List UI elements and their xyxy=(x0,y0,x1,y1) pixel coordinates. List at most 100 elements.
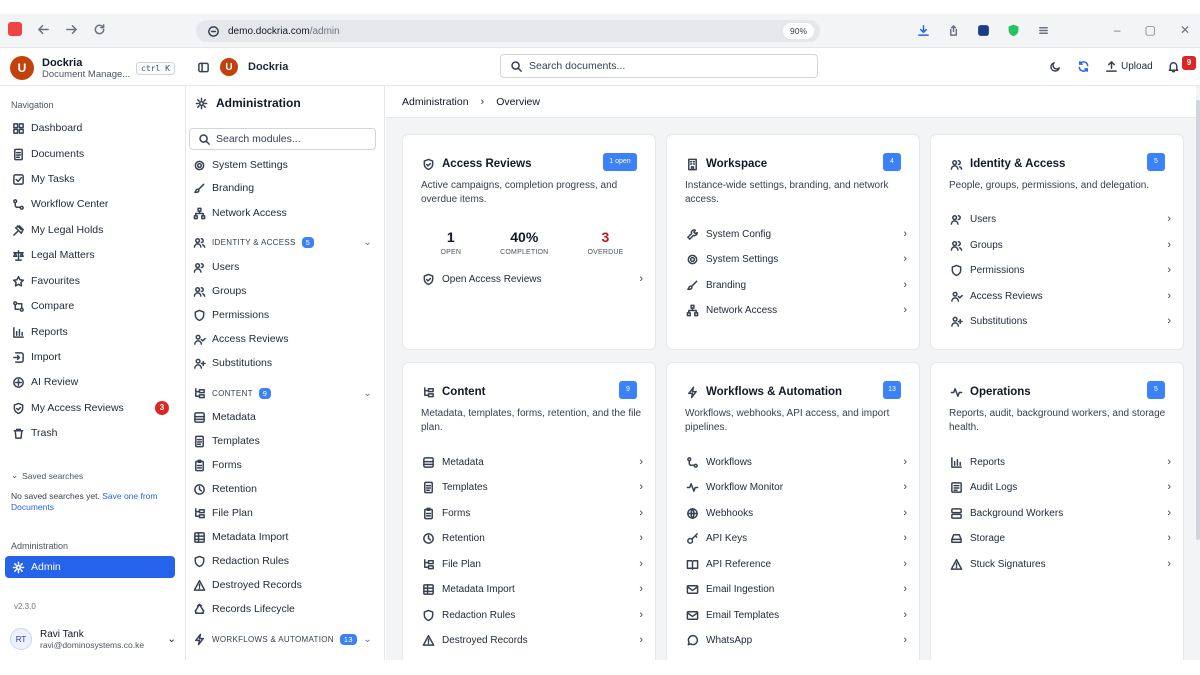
link-audit-logs[interactable]: Audit Logs › xyxy=(949,477,1171,497)
module-users[interactable]: Users xyxy=(192,257,378,277)
address-bar[interactable]: demo.dockria.com/admin 90% xyxy=(196,20,820,42)
link-destroyed-records[interactable]: Destroyed Records › xyxy=(421,630,643,650)
link-file-plan[interactable]: File Plan › xyxy=(421,554,643,574)
module-redaction-rules[interactable]: Redaction Rules xyxy=(192,551,378,571)
module-destroyed-records[interactable]: Destroyed Records xyxy=(192,575,378,595)
site-info-icon[interactable] xyxy=(206,24,220,38)
link-system-config[interactable]: System Config › xyxy=(685,224,907,244)
link-webhooks[interactable]: Webhooks › xyxy=(685,503,907,523)
module-access-reviews[interactable]: Access Reviews xyxy=(192,329,378,349)
user-email: ravi@dominosystems.co.ke xyxy=(40,639,145,650)
link-background-workers[interactable]: Background Workers › xyxy=(949,503,1171,523)
browser-logo-icon[interactable] xyxy=(8,22,22,36)
link-system-settings[interactable]: System Settings › xyxy=(685,249,907,269)
menu-lines-icon[interactable] xyxy=(1036,23,1050,37)
upload-button[interactable]: Upload xyxy=(1104,59,1153,73)
zoom-indicator[interactable]: 90% xyxy=(782,23,814,39)
link-email-ingestion[interactable]: Email Ingestion › xyxy=(685,579,907,599)
minimize-icon[interactable]: – xyxy=(1114,23,1121,37)
extension-icon[interactable] xyxy=(976,23,990,37)
link-email-templates[interactable]: Email Templates › xyxy=(685,605,907,625)
link-api-keys[interactable]: API Keys › xyxy=(685,528,907,548)
module-substitutions[interactable]: Substitutions xyxy=(192,353,378,373)
close-icon[interactable]: ✕ xyxy=(1180,23,1190,37)
module-search-input[interactable] xyxy=(216,133,375,145)
bell-icon[interactable] xyxy=(1167,59,1181,73)
sidebar-item-my-access-reviews[interactable]: My Access Reviews 3 xyxy=(5,397,175,419)
link-groups[interactable]: Groups › xyxy=(949,235,1171,255)
link-templates[interactable]: Templates › xyxy=(421,477,643,497)
command-palette-shortcut[interactable]: ctrl K xyxy=(136,62,175,75)
download-icon[interactable] xyxy=(916,23,930,37)
sync-icon[interactable] xyxy=(1076,59,1090,73)
module-search[interactable] xyxy=(189,128,376,150)
open-access-reviews-link[interactable]: Open Access Reviews › xyxy=(421,269,643,289)
theme-toggle-icon[interactable] xyxy=(1048,59,1062,73)
link-network-access[interactable]: Network Access › xyxy=(685,300,907,320)
user-menu[interactable]: RT Ravi Tank ravi@dominosystems.co.ke ⌄ xyxy=(10,624,176,654)
breadcrumb-root[interactable]: Administration xyxy=(402,96,469,108)
sidebar-item-admin[interactable]: Admin xyxy=(5,556,175,578)
link-substitutions[interactable]: Substitutions › xyxy=(949,311,1171,331)
restore-icon[interactable]: ▢ xyxy=(1145,23,1156,37)
link-whatsapp[interactable]: WhatsApp › xyxy=(685,630,907,650)
module-groups[interactable]: Groups xyxy=(192,281,378,301)
sidebar-item-my-tasks[interactable]: My Tasks xyxy=(5,168,175,190)
header-actions: Upload 9 xyxy=(1048,56,1196,73)
module-templates[interactable]: Templates xyxy=(192,431,378,451)
link-workflow-monitor[interactable]: Workflow Monitor › xyxy=(685,477,907,497)
module-metadata-import[interactable]: Metadata Import xyxy=(192,527,378,547)
link-workflows[interactable]: Workflows › xyxy=(685,452,907,472)
scrollbar-thumb[interactable] xyxy=(1196,100,1200,540)
link-users[interactable]: Users › xyxy=(949,209,1171,229)
sidebar-item-workflow-center[interactable]: Workflow Center xyxy=(5,193,175,215)
link-metadata-import[interactable]: Metadata Import › xyxy=(421,579,643,599)
module-metadata[interactable]: Metadata xyxy=(192,407,378,427)
reload-icon[interactable] xyxy=(92,22,106,36)
sidebar-toggle-icon[interactable] xyxy=(196,60,210,74)
sidebar-item-documents[interactable]: Documents xyxy=(5,143,175,165)
module-system-settings[interactable]: System Settings xyxy=(192,155,378,175)
link-access-reviews[interactable]: Access Reviews › xyxy=(949,286,1171,306)
module-network-access[interactable]: Network Access xyxy=(192,203,378,223)
link-stuck-signatures[interactable]: Stuck Signatures › xyxy=(949,554,1171,574)
sidebar-item-dashboard[interactable]: Dashboard xyxy=(5,117,175,139)
link-branding[interactable]: Branding › xyxy=(685,275,907,295)
shield-extension-icon[interactable] xyxy=(1006,23,1020,37)
link-api-reference[interactable]: API Reference › xyxy=(685,554,907,574)
saved-searches-toggle[interactable]: ⌄ Saved searches xyxy=(11,470,83,481)
sidebar-item-ai-review[interactable]: AI Review xyxy=(5,371,175,393)
back-arrow-icon[interactable] xyxy=(36,22,50,36)
sidebar-item-legal-matters[interactable]: Legal Matters xyxy=(5,244,175,266)
global-search[interactable] xyxy=(500,54,818,78)
sidebar-item-favourites[interactable]: Favourites xyxy=(5,270,175,292)
module-forms[interactable]: Forms xyxy=(192,455,378,475)
module-retention[interactable]: Retention xyxy=(192,479,378,499)
share-icon[interactable] xyxy=(946,23,960,37)
link-storage[interactable]: Storage › xyxy=(949,528,1171,548)
sidebar-item-reports[interactable]: Reports xyxy=(5,321,175,343)
gear-icon xyxy=(11,560,25,574)
card-access-reviews: Access Reviews 1 open Active campaigns, … xyxy=(402,134,656,350)
search-input[interactable] xyxy=(529,60,809,72)
link-redaction-rules[interactable]: Redaction Rules › xyxy=(421,605,643,625)
link-permissions[interactable]: Permissions › xyxy=(949,260,1171,280)
link-retention[interactable]: Retention › xyxy=(421,528,643,548)
link-metadata[interactable]: Metadata › xyxy=(421,452,643,472)
section-identity-access[interactable]: IDENTITY & ACCESS 5 ⌄ xyxy=(192,232,378,252)
sidebar-item-compare[interactable]: Compare xyxy=(5,295,175,317)
module-records-lifecycle[interactable]: Records Lifecycle xyxy=(192,599,378,619)
card-content: Content 9 Metadata, templates, forms, re… xyxy=(402,362,656,660)
forward-arrow-icon[interactable] xyxy=(64,22,78,36)
sidebar-brand[interactable]: U Dockria Document Manage... xyxy=(10,56,130,80)
link-reports[interactable]: Reports › xyxy=(949,452,1171,472)
link-forms[interactable]: Forms › xyxy=(421,503,643,523)
module-file-plan[interactable]: File Plan xyxy=(192,503,378,523)
sidebar-item-my-legal-holds[interactable]: My Legal Holds xyxy=(5,219,175,241)
module-permissions[interactable]: Permissions xyxy=(192,305,378,325)
sidebar-item-import[interactable]: Import xyxy=(5,346,175,368)
section-content[interactable]: CONTENT 9 ⌄ xyxy=(192,383,378,403)
module-branding[interactable]: Branding xyxy=(192,178,378,198)
section-workflows-automation[interactable]: WORKFLOWS & AUTOMATION 13 ⌄ xyxy=(192,629,378,649)
sidebar-item-trash[interactable]: Trash xyxy=(5,422,175,444)
